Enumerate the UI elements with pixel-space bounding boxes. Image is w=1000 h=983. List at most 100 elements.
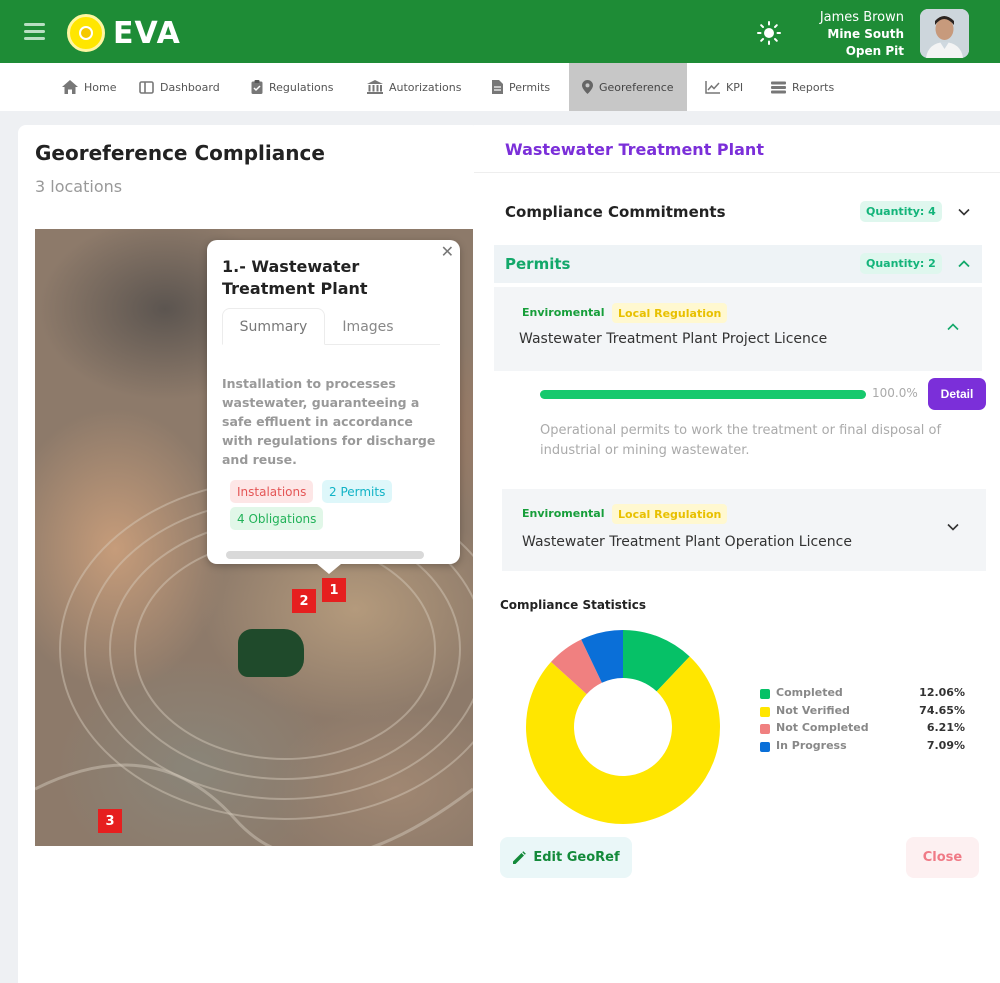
detail-button[interactable]: Detail [928, 378, 986, 410]
tab-summary[interactable]: Summary [222, 308, 325, 345]
legend-label: In Progress [776, 738, 847, 752]
permit-name: Wastewater Treatment Plant Project Licen… [519, 331, 828, 347]
regulation-badge: Local Regulation [612, 303, 728, 323]
user-info[interactable]: James Brown Mine South Open Pit [820, 9, 904, 60]
nav-label: Home [84, 80, 117, 94]
nav-label: Reports [792, 80, 835, 94]
chevron-down-icon[interactable] [946, 520, 960, 534]
close-button[interactable]: Close [906, 837, 979, 878]
legend-item: Not Verified 74.65% [760, 704, 965, 722]
dashboard-icon [139, 80, 154, 94]
document-icon [492, 80, 503, 94]
permit-description: Operational permits to work the treatmen… [540, 423, 942, 458]
nav-label: Autorizations [389, 80, 462, 94]
main-nav: Home Dashboard Regulations Autorizations… [0, 63, 1000, 111]
donut-slice-not-verified[interactable] [526, 656, 720, 824]
nav-label: KPI [726, 80, 744, 94]
popup-scrollbar[interactable] [226, 551, 424, 559]
legend-value: 7.09% [926, 738, 965, 752]
legend-label: Not Completed [776, 721, 869, 734]
chevron-up-icon[interactable] [946, 320, 960, 334]
legend-value: 6.21% [926, 721, 965, 734]
location-pin-icon [582, 80, 593, 94]
permit-progress-value: 100.0% [872, 386, 918, 400]
edit-georef-label: Edit GeoRef [533, 850, 620, 865]
home-icon [62, 80, 78, 94]
tab-images[interactable]: Images [325, 308, 411, 345]
map-marker-1[interactable]: 1 [322, 578, 346, 602]
chevron-up-icon[interactable] [957, 257, 971, 271]
legend-item: Not Completed 6.21% [760, 721, 965, 739]
nav-home[interactable]: Home [62, 63, 116, 111]
chip-instalations[interactable]: Instalations [230, 480, 314, 503]
nav-label: Georeference [599, 80, 674, 94]
location-popup: ✕ 1.- Wastewater Treatment Plant Summary… [207, 240, 460, 574]
top-bar: EVA James Brown Mine South Open Pit [0, 0, 1000, 63]
legend-swatch [760, 741, 770, 752]
nav-dashboard[interactable]: Dashboard [139, 63, 220, 111]
legend-label: Completed [776, 686, 843, 699]
map-marker-3[interactable]: 3 [98, 809, 122, 833]
eva-logo-icon [67, 14, 105, 52]
permit-name: Wastewater Treatment Plant Operation Lic… [522, 534, 852, 550]
nav-georeference[interactable]: Georeference [569, 63, 687, 111]
page-title: Georeference Compliance [35, 141, 325, 165]
legend-swatch [760, 724, 770, 734]
permit-card-2[interactable] [502, 489, 986, 571]
popup-title: 1.- Wastewater Treatment Plant [222, 257, 368, 298]
permits-quantity-badge: Quantity: 2 [860, 253, 942, 274]
legend-value: 12.06% [919, 686, 965, 699]
bank-icon [367, 80, 383, 94]
chip-permits[interactable]: 2 Permits [322, 480, 393, 503]
site-type: Open Pit [845, 44, 904, 58]
facility-title: Wastewater Treatment Plant [505, 140, 764, 159]
compliance-donut-chart [526, 630, 720, 824]
brand-logo[interactable]: EVA [67, 14, 181, 52]
chevron-down-icon[interactable] [957, 205, 971, 219]
clipboard-icon [251, 80, 263, 94]
line-chart-icon [705, 80, 720, 94]
commitments-label[interactable]: Compliance Commitments [505, 203, 726, 221]
stats-title: Compliance Statistics [500, 598, 647, 612]
legend-item: Completed 12.06% [760, 686, 965, 704]
popup-description: Installation to processes wastewater, gu… [222, 376, 436, 467]
permit-category: Enviromental [522, 507, 605, 520]
nav-regulations[interactable]: Regulations [251, 63, 333, 111]
nav-label: Permits [509, 80, 551, 94]
divider [474, 172, 1000, 173]
locations-count: 3 locations [35, 177, 123, 196]
nav-autorizations[interactable]: Autorizations [367, 63, 461, 111]
chart-legend: Completed 12.06% Not Verified 74.65% Not C… [760, 686, 965, 756]
nav-reports[interactable]: Reports [771, 63, 834, 111]
user-name: James Brown [819, 10, 904, 25]
edit-georef-button[interactable]: Edit GeoRef [500, 837, 632, 878]
avatar[interactable] [920, 9, 969, 58]
stack-icon [771, 81, 786, 93]
legend-value: 74.65% [919, 703, 965, 717]
commitments-quantity-badge: Quantity: 4 [860, 201, 942, 222]
legend-item: In Progress 7.09% [760, 739, 965, 757]
site-name: Mine South [827, 27, 904, 41]
regulation-badge: Local Regulation [612, 504, 728, 524]
popup-tabs: Summary Images [222, 308, 440, 345]
permit-category: Enviromental [522, 306, 605, 319]
permit-card-1[interactable] [494, 287, 982, 371]
menu-icon[interactable] [24, 23, 45, 41]
sun-icon[interactable] [757, 21, 781, 45]
water-pond [238, 629, 304, 677]
nav-label: Regulations [269, 80, 334, 94]
legend-swatch [760, 706, 770, 717]
permit-progress-fill [540, 390, 866, 399]
map-marker-2[interactable]: 2 [292, 589, 316, 613]
user-avatar-icon [920, 9, 969, 58]
nav-label: Dashboard [160, 80, 220, 94]
permits-label[interactable]: Permits [505, 255, 570, 273]
chip-obligations[interactable]: 4 Obligations [230, 507, 324, 530]
nav-kpi[interactable]: KPI [705, 63, 743, 111]
permit-progress-bar [540, 390, 866, 399]
pencil-icon [513, 850, 527, 864]
nav-permits[interactable]: Permits [492, 63, 550, 111]
legend-label: Not Verified [776, 703, 850, 717]
brand-name: EVA [113, 15, 181, 51]
legend-swatch [760, 689, 770, 699]
